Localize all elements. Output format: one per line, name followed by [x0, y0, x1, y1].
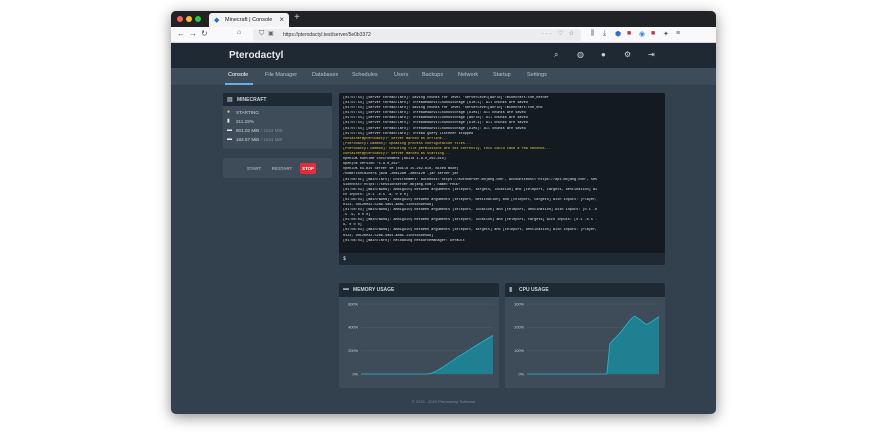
gear-icon[interactable]: ⚙	[624, 50, 631, 59]
extension-icon[interactable]: ⬢	[615, 30, 621, 38]
server-icon: ▤	[227, 97, 233, 103]
app-header: Pterodactyl ⌕ ◍ ● ⚙ ⇥	[171, 43, 716, 68]
memory-usage-graph: ▬ MEMORY USAGE 600% 400% 200% 0%	[339, 283, 499, 388]
library-icon[interactable]: ⫼	[591, 30, 594, 38]
tab-settings[interactable]: Settings	[527, 72, 547, 78]
cpu-chart: 300% 200% 100% 0%	[514, 302, 660, 376]
cpu-graph-header: ▮ CPU USAGE	[505, 283, 665, 297]
disk-limit: / 1024 MiB	[260, 137, 283, 142]
browser-tab[interactable]: ◆ Minecraft | Console ×	[209, 13, 289, 27]
sync-icon[interactable]: ◉	[639, 30, 645, 38]
usage-area	[361, 335, 493, 374]
memory-icon: ▬	[343, 286, 349, 292]
footer-copyright: © 2015 - 2020 Pterodactyl Software	[411, 399, 476, 404]
server-name-header: ▤ MINECRAFT	[223, 93, 332, 106]
tab-backups[interactable]: Backups	[422, 72, 443, 78]
y-tick-label: 100%	[514, 349, 524, 353]
user-icon[interactable]: ●	[601, 50, 606, 59]
url-toolbar: ← → ↻ ⌂ ⛉ ▣ https://pterodactyl.test/ser…	[171, 27, 716, 43]
console-terminal: [01:07:54] [Server thread/INFO]: Saving …	[339, 93, 665, 265]
console-command-input[interactable]: $	[339, 253, 665, 265]
shield-icon: ⛉	[259, 30, 265, 37]
tab-bar: ◆ Minecraft | Console × +	[171, 11, 716, 27]
restart-button[interactable]: RESTART	[268, 163, 296, 174]
memory-row: ▬ 801.02 MiB / 1024 MiB	[226, 126, 332, 135]
y-tick-label: 200%	[514, 326, 524, 330]
lock-icon: ▣	[268, 31, 274, 37]
memory-limit: / 1024 MiB	[260, 128, 283, 133]
y-tick-label: 0%	[353, 372, 359, 376]
y-tick-label: 400%	[348, 326, 358, 330]
forward-icon[interactable]: →	[189, 29, 197, 38]
cpu-value: 211.19%	[236, 119, 254, 124]
extensions-puzzle-icon[interactable]: ✦	[663, 30, 669, 38]
tab-schedules[interactable]: Schedules	[352, 72, 378, 78]
disk-used: 184.57 MiB	[236, 137, 260, 142]
reload-icon[interactable]: ↻	[201, 29, 208, 38]
download-icon[interactable]: ⤓	[603, 30, 606, 38]
tab-startup[interactable]: Startup	[493, 72, 511, 78]
memory-used: 801.02 MiB	[236, 128, 260, 133]
menu-icon[interactable]: ≡	[676, 30, 680, 37]
power-controls: START RESTART STOP	[223, 158, 332, 178]
status-text: STARTING	[236, 110, 259, 115]
tab-close-icon[interactable]: ×	[279, 15, 284, 24]
cpu-usage-graph: ▮ CPU USAGE 300% 200% 100% 0%	[505, 283, 665, 388]
pterodactyl-favicon-icon: ◆	[214, 17, 220, 24]
layers-icon[interactable]: ◍	[577, 50, 584, 59]
server-info-card: ▤ MINECRAFT ● STARTING ▮ 211.19% ▬ 801.0…	[223, 93, 332, 149]
memory-graph-title: MEMORY USAGE	[353, 287, 395, 293]
brand-logo[interactable]: Pterodactyl	[229, 50, 283, 61]
back-icon[interactable]: ←	[177, 29, 185, 38]
cpu-graph-title: CPU USAGE	[519, 287, 549, 293]
tab-title: Minecraft | Console	[225, 17, 273, 23]
cpu-icon: ▮	[509, 287, 513, 293]
status-dot-icon: ●	[227, 109, 231, 115]
server-name: MINECRAFT	[237, 97, 267, 103]
addon-icon[interactable]: ■	[627, 30, 631, 37]
tab-users[interactable]: Users	[394, 72, 408, 78]
active-tab-indicator	[225, 83, 253, 85]
minimize-window-button[interactable]	[186, 16, 192, 22]
tab-network[interactable]: Network	[458, 72, 478, 78]
console-prompt: $	[343, 256, 347, 262]
close-window-button[interactable]	[177, 16, 183, 22]
search-icon[interactable]: ⌕	[554, 50, 558, 60]
tab-file-manager[interactable]: File Manager	[265, 72, 297, 78]
disk-icon: ▬	[227, 136, 232, 142]
url-text: https://pterodactyl.test/server/5e0b3372	[283, 32, 371, 38]
stop-button[interactable]: STOP	[300, 163, 316, 174]
console-output: [01:07:54] [Server thread/INFO]: Saving …	[339, 93, 665, 247]
start-button[interactable]: START	[243, 163, 265, 174]
new-tab-button[interactable]: +	[294, 12, 300, 23]
disk-row: ▬ 184.57 MiB / 1024 MiB	[226, 135, 332, 144]
usage-area	[527, 316, 659, 374]
y-tick-label: 600%	[348, 302, 358, 306]
logout-icon[interactable]: ⇥	[648, 50, 655, 59]
page-actions[interactable]: ··· ♡ ☆	[542, 30, 576, 37]
cpu-row: ▮ 211.19%	[226, 117, 332, 126]
home-icon[interactable]: ⌂	[237, 29, 241, 36]
browser-window: ◆ Minecraft | Console × + ← → ↻ ⌂ ⛉ ▣ ht…	[171, 11, 716, 414]
status-row: ● STARTING	[226, 108, 332, 117]
y-tick-label: 200%	[348, 349, 358, 353]
tab-databases[interactable]: Databases	[312, 72, 338, 78]
adblock-icon[interactable]: ■	[651, 30, 655, 37]
y-tick-label: 300%	[514, 302, 524, 306]
memory-graph-header: ▬ MEMORY USAGE	[339, 283, 499, 297]
memory-icon: ▬	[227, 127, 232, 133]
maximize-window-button[interactable]	[195, 16, 201, 22]
memory-chart: 600% 400% 200% 0%	[348, 302, 494, 376]
server-nav: Console File Manager Databases Schedules…	[171, 68, 716, 85]
console-line: [01:08:03] [main/INFO]: Reloading Resour…	[343, 238, 465, 243]
tab-console[interactable]: Console	[228, 72, 248, 78]
y-tick-label: 0%	[519, 372, 525, 376]
address-bar[interactable]: ⛉ ▣ https://pterodactyl.test/server/5e0b…	[253, 29, 581, 41]
cpu-icon: ▮	[227, 118, 230, 124]
